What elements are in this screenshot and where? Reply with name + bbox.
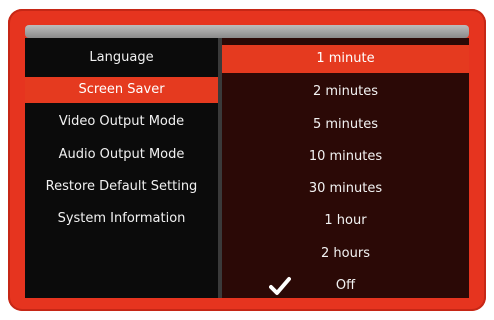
menu-item-label: System Information [57, 211, 186, 226]
option-label: 10 minutes [308, 149, 383, 164]
title-bar [25, 25, 469, 38]
option-1-minute[interactable]: 1 minute [222, 45, 469, 73]
option-label: 5 minutes [312, 117, 379, 132]
option-label: Off [335, 278, 356, 293]
option-2-hours[interactable]: 2 hours [222, 240, 469, 268]
option-10-minutes[interactable]: 10 minutes [222, 143, 469, 171]
menu-item-restore-default-setting[interactable]: Restore Default Setting [25, 174, 218, 200]
menu-item-language[interactable]: Language [25, 45, 218, 71]
menu-item-label: Screen Saver [78, 82, 165, 97]
checkmark-icon [269, 277, 291, 295]
menu-item-label: Restore Default Setting [45, 179, 198, 194]
option-off[interactable]: Off [222, 272, 469, 300]
option-label: 2 hours [321, 246, 370, 261]
settings-menu: Language Screen Saver Video Output Mode … [25, 38, 218, 298]
option-2-minutes[interactable]: 2 minutes [222, 78, 469, 106]
option-label: 1 minute [316, 51, 375, 66]
menu-item-video-output-mode[interactable]: Video Output Mode [25, 109, 218, 135]
option-label: 2 minutes [312, 84, 379, 99]
option-1-hour[interactable]: 1 hour [222, 207, 469, 235]
menu-item-screen-saver[interactable]: Screen Saver [25, 77, 218, 103]
settings-screen: Language Screen Saver Video Output Mode … [25, 38, 469, 298]
screen-saver-options: 1 minute 2 minutes 5 minutes 10 minutes … [222, 38, 469, 298]
option-label: 30 minutes [308, 181, 383, 196]
option-5-minutes[interactable]: 5 minutes [222, 111, 469, 139]
option-30-minutes[interactable]: 30 minutes [222, 175, 469, 203]
menu-item-label: Language [89, 50, 154, 65]
menu-item-system-information[interactable]: System Information [25, 206, 218, 232]
menu-item-label: Video Output Mode [58, 114, 185, 129]
option-label: 1 hour [324, 213, 367, 228]
menu-item-label: Audio Output Mode [58, 147, 185, 162]
menu-item-audio-output-mode[interactable]: Audio Output Mode [25, 142, 218, 168]
